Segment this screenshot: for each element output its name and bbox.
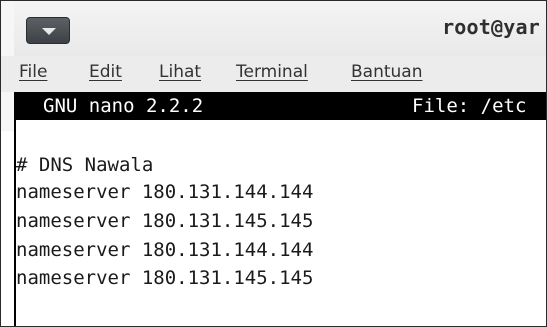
window-menu-button[interactable] [26, 17, 70, 44]
nano-title-bar: GNU nano 2.2.2 File: /etc [14, 92, 546, 120]
editor-line: # DNS Nawala [16, 154, 154, 176]
terminal-window: root@yar File Edit Lihat Terminal Bantua… [0, 0, 547, 327]
nano-version: GNU nano 2.2.2 [43, 95, 204, 117]
menu-edit[interactable]: Edit [89, 62, 122, 82]
menu-view[interactable]: Lihat [159, 62, 201, 82]
menu-bar: File Edit Lihat Terminal Bantuan [1, 56, 546, 92]
editor-line: nameserver 180.131.145.145 [16, 210, 314, 232]
menu-terminal[interactable]: Terminal [236, 62, 308, 82]
editor-line: nameserver 180.131.145.145 [16, 267, 314, 289]
editor-line: nameserver 180.131.144.144 [16, 239, 314, 261]
editor-line: nameserver 180.131.144.144 [16, 181, 314, 203]
menu-help[interactable]: Bantuan [351, 62, 423, 82]
window-title: root@yar [442, 15, 540, 39]
title-bar: root@yar [1, 1, 546, 56]
chevron-down-icon [42, 28, 56, 35]
editor-area[interactable]: # DNS Nawala nameserver 180.131.144.144 … [14, 120, 546, 326]
nano-filename: File: /etc [412, 95, 527, 117]
menu-file[interactable]: File [19, 62, 47, 82]
